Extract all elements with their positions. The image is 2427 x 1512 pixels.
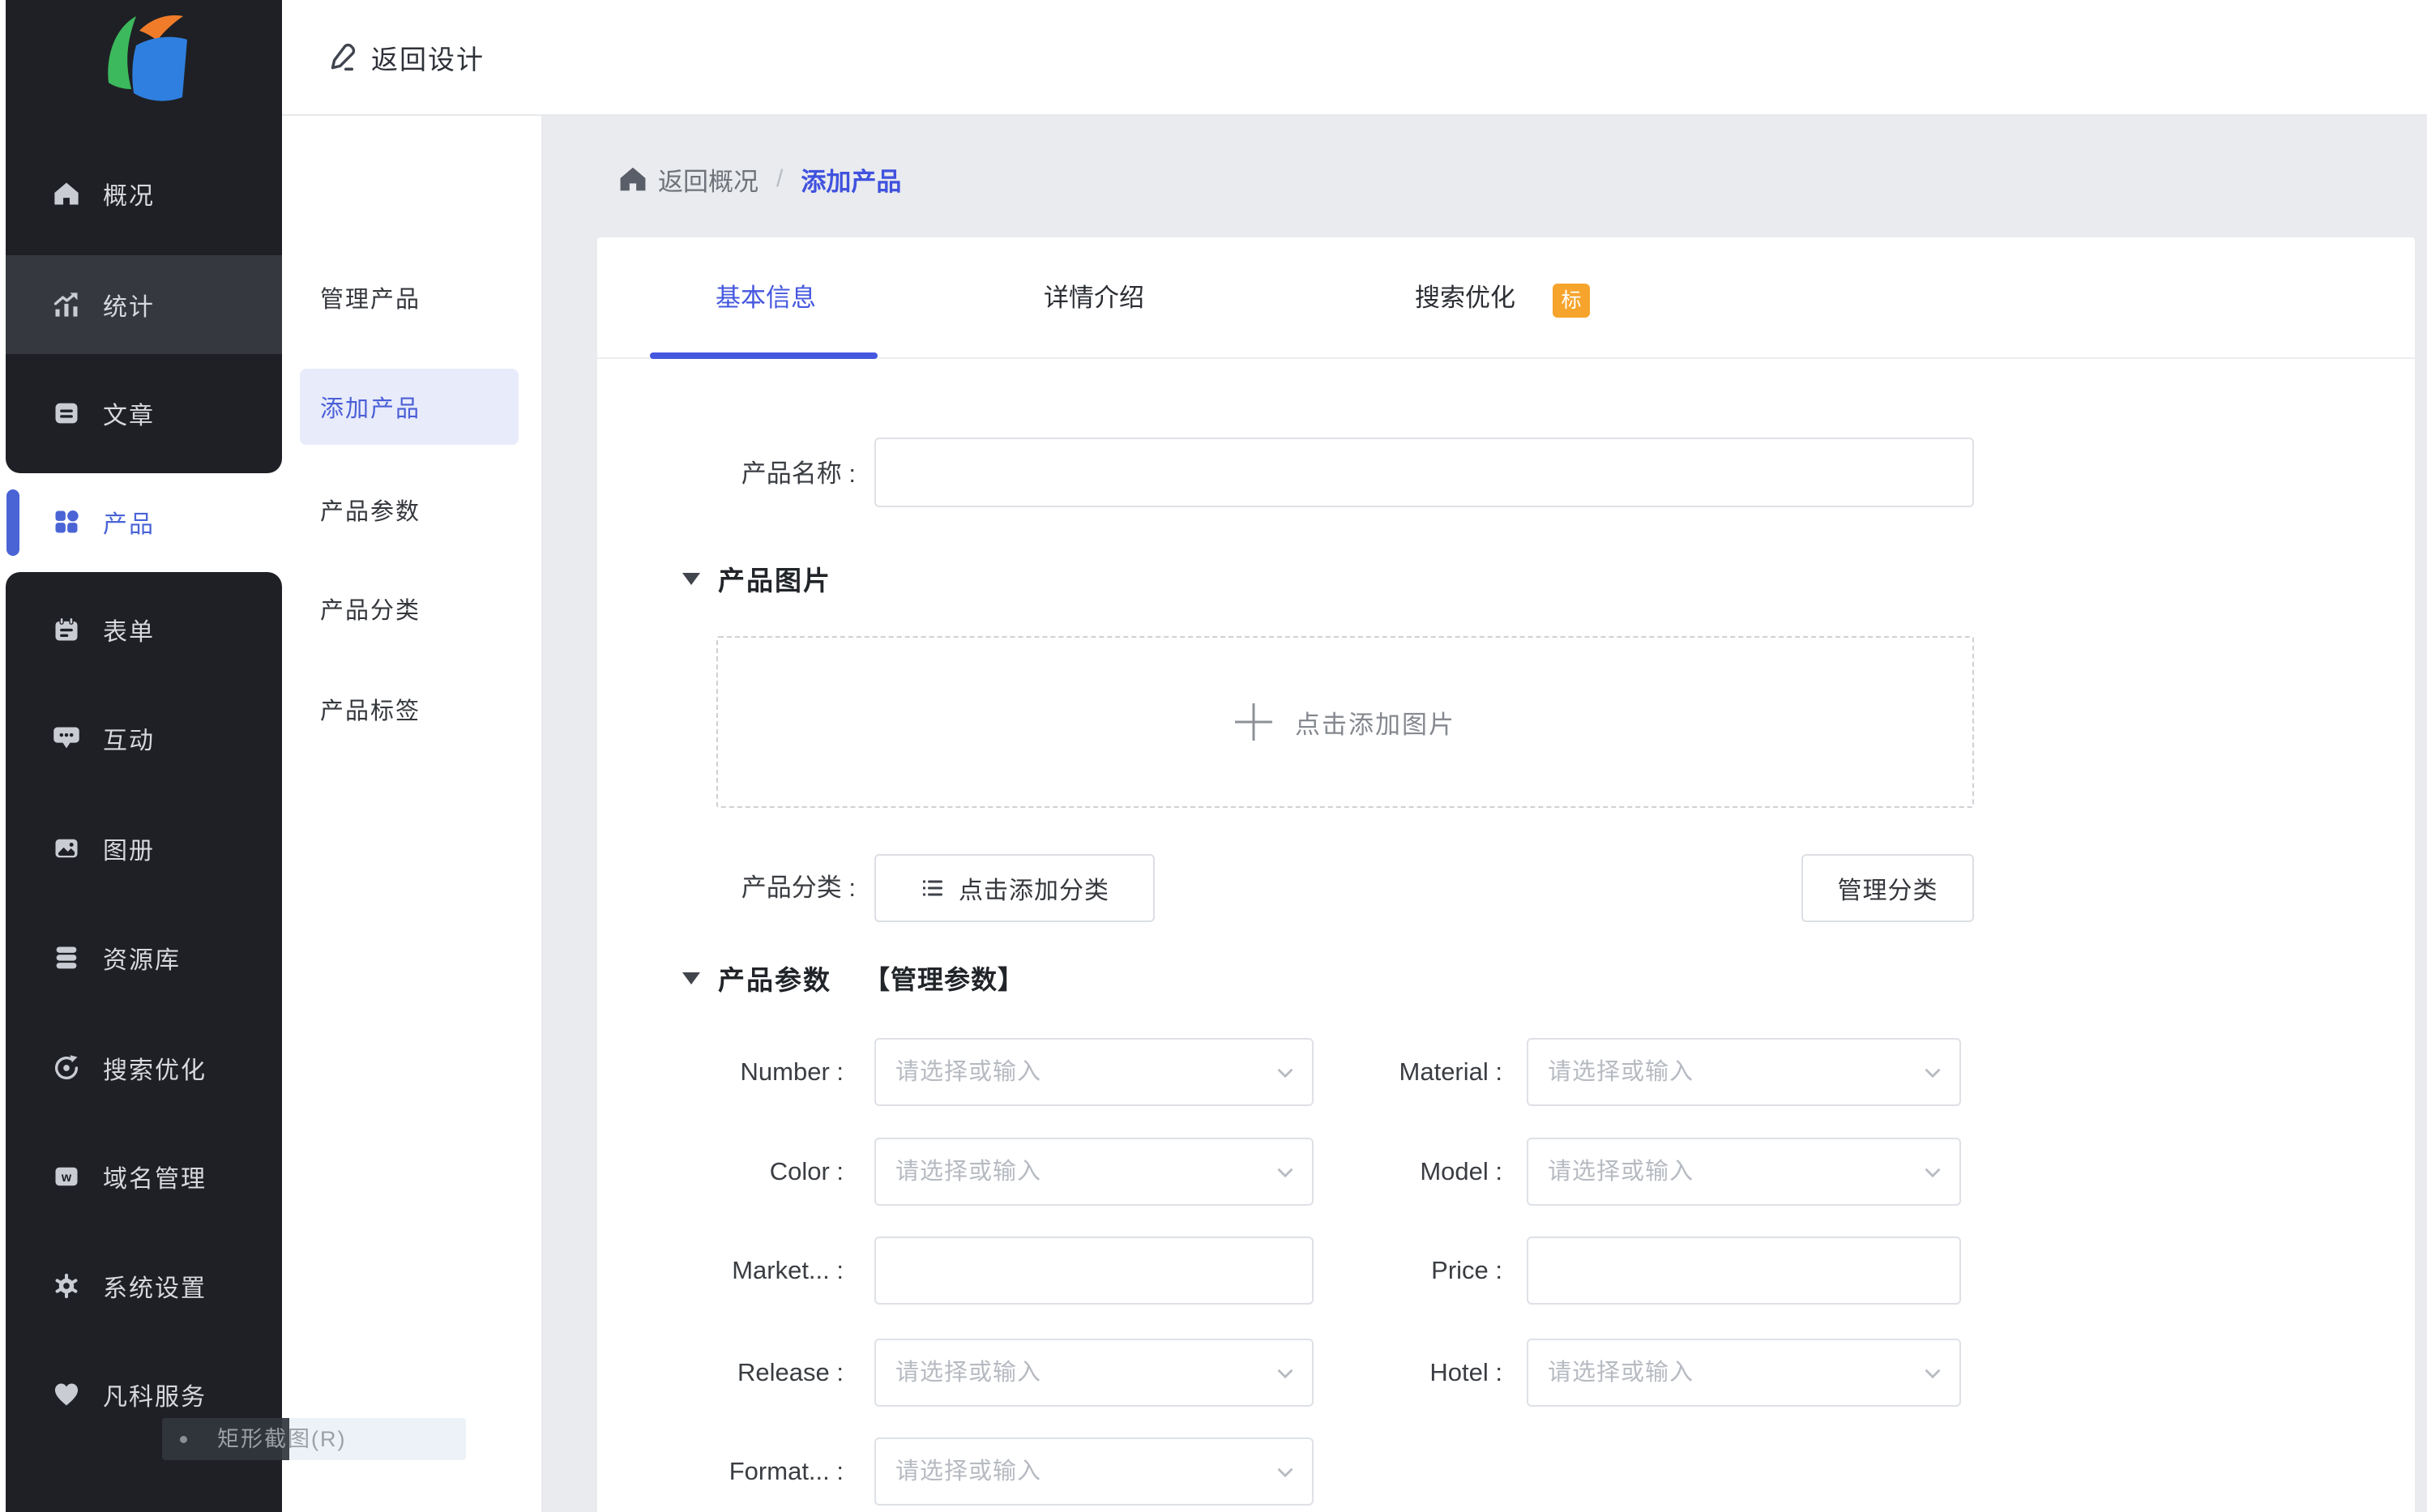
breadcrumb-back-link[interactable]: 返回概况 [617, 161, 758, 198]
param-label-color: Color : [769, 1157, 844, 1185]
home-icon [50, 177, 83, 210]
param-select-hotel[interactable]: 请选择或输入 [1527, 1339, 1961, 1407]
param-input-price[interactable] [1527, 1237, 1961, 1305]
domain-icon: w [50, 1160, 83, 1193]
product-params-section-header[interactable]: 产品参数 【管理参数】 [682, 959, 1024, 997]
add-category-button[interactable]: 点击添加分类 [874, 854, 1155, 922]
submenu-item-product-categories[interactable]: 产品分类 [282, 580, 541, 637]
param-label-number: Number : [740, 1057, 844, 1086]
fanke-logo[interactable] [91, 11, 203, 109]
product-name-label: 产品名称 : [741, 459, 856, 488]
tab-detail-intro[interactable]: 详情介绍 [1013, 270, 1175, 327]
upload-hint-text: 点击添加图片 [1295, 710, 1455, 739]
tooltip-text: 矩形截图(R) [217, 1427, 347, 1451]
collapse-triangle-icon [682, 972, 700, 985]
param-select-release[interactable]: 请选择或输入 [874, 1339, 1314, 1407]
svg-text:w: w [61, 1171, 72, 1185]
seo-icon [50, 1052, 83, 1084]
sidebar-item-products[interactable]: 产品 [0, 498, 282, 546]
breadcrumb-current: 添加产品 [801, 167, 902, 196]
sidebar-item-service[interactable]: 凡科服务 [0, 1370, 282, 1419]
tab-basic-info[interactable]: 基本信息 [685, 270, 847, 327]
add-image-upload-area[interactable]: 点击添加图片 [716, 636, 1974, 808]
sidebar-item-overview[interactable]: 概况 [0, 169, 282, 218]
sidebar-item-settings[interactable]: 系统设置 [0, 1262, 282, 1310]
param-label-hotel: Hotel : [1429, 1358, 1502, 1386]
param-select-material[interactable]: 请选择或输入 [1527, 1038, 1961, 1106]
submenu-item-product-tags[interactable]: 产品标签 [282, 681, 541, 737]
active-tab-underline [650, 352, 878, 359]
param-label-model: Model : [1420, 1157, 1502, 1185]
back-to-design-button[interactable]: 返回设计 [324, 0, 485, 114]
sidebar-item-gallery[interactable]: 图册 [0, 824, 282, 873]
param-label-price: Price : [1431, 1256, 1502, 1284]
param-input-market[interactable] [874, 1237, 1314, 1305]
submenu-item-product-params[interactable]: 产品参数 [282, 481, 541, 538]
submenu-item-manage-products[interactable]: 管理产品 [282, 269, 541, 326]
product-params-section-title: 产品参数 [718, 965, 831, 995]
screenshot-tool-tooltip: 矩形截图(R) [162, 1418, 466, 1460]
sidebar-item-domain[interactable]: w 域名管理 [0, 1152, 282, 1201]
param-label-material: Material : [1399, 1057, 1502, 1086]
manage-params-link[interactable]: 【管理参数】 [864, 959, 1024, 997]
sidebar-item-seo[interactable]: 搜索优化 [0, 1044, 282, 1092]
home-icon [620, 167, 646, 191]
chevron-down-icon [1925, 1369, 1941, 1379]
breadcrumb: 返回概况 / 添加产品 [617, 159, 901, 199]
param-label-release: Release : [737, 1358, 844, 1386]
grid-icon [50, 506, 83, 538]
chat-icon [50, 722, 83, 754]
param-label-format: Format... : [729, 1457, 844, 1485]
sidebar-item-interaction[interactable]: 互动 [0, 714, 282, 762]
database-icon [50, 942, 83, 974]
gear-icon [50, 1270, 83, 1302]
tab-bar: 基本信息 详情介绍 搜索优化 标 [597, 237, 2415, 359]
sidebar-item-stats[interactable]: 统计 [0, 280, 282, 329]
sidebar-item-resources[interactable]: 资源库 [0, 933, 282, 982]
submenu-item-add-product[interactable]: 添加产品 [282, 378, 541, 435]
tab-seo[interactable]: 搜索优化 [1384, 270, 1546, 327]
sidebar-item-articles[interactable]: 文章 [0, 389, 282, 438]
article-icon [50, 397, 83, 429]
seo-tab-badge: 标 [1553, 284, 1590, 318]
tooltip-dot [180, 1436, 187, 1443]
product-category-label: 产品分类 : [741, 873, 856, 902]
product-image-section-title: 产品图片 [718, 566, 831, 596]
collapse-triangle-icon [682, 572, 700, 585]
plus-icon [1235, 703, 1272, 741]
product-image-section-header[interactable]: 产品图片 [682, 559, 831, 598]
param-select-model[interactable]: 请选择或输入 [1527, 1138, 1961, 1206]
gallery-icon [50, 832, 83, 865]
product-submenu: 管理产品 功能设置 添加产品 产品参数 产品分类 产品标签 [282, 116, 543, 1512]
param-select-number[interactable]: 请选择或输入 [874, 1038, 1314, 1106]
top-bar: 返回设计 [282, 0, 2427, 116]
param-select-color[interactable]: 请选择或输入 [874, 1138, 1314, 1206]
list-icon [923, 880, 942, 896]
manage-category-button[interactable]: 管理分类 [1801, 854, 1974, 922]
chevron-down-icon [1925, 1068, 1941, 1078]
param-label-market: Market... : [732, 1256, 844, 1284]
product-name-input[interactable] [874, 438, 1974, 507]
add-product-card: 基本信息 详情介绍 搜索优化 标 产品名称 : 产品图片 点击添加图片 产品分类… [597, 237, 2415, 1512]
stats-icon [50, 288, 83, 321]
heart-icon [50, 1378, 83, 1411]
sidebar-item-forms[interactable]: 表单 [0, 605, 282, 654]
pen-icon [331, 43, 356, 70]
param-select-format[interactable]: 请选择或输入 [874, 1437, 1314, 1506]
form-icon [50, 613, 83, 646]
main-sidebar: 概况 统计 文章 产品 表单 互动 图册 资源库 搜索优化 w 域名管理 系统设… [0, 0, 282, 1512]
chevron-down-icon [1925, 1168, 1941, 1178]
breadcrumb-separator: / [776, 165, 784, 192]
chevron-down-icon [1277, 1467, 1293, 1478]
